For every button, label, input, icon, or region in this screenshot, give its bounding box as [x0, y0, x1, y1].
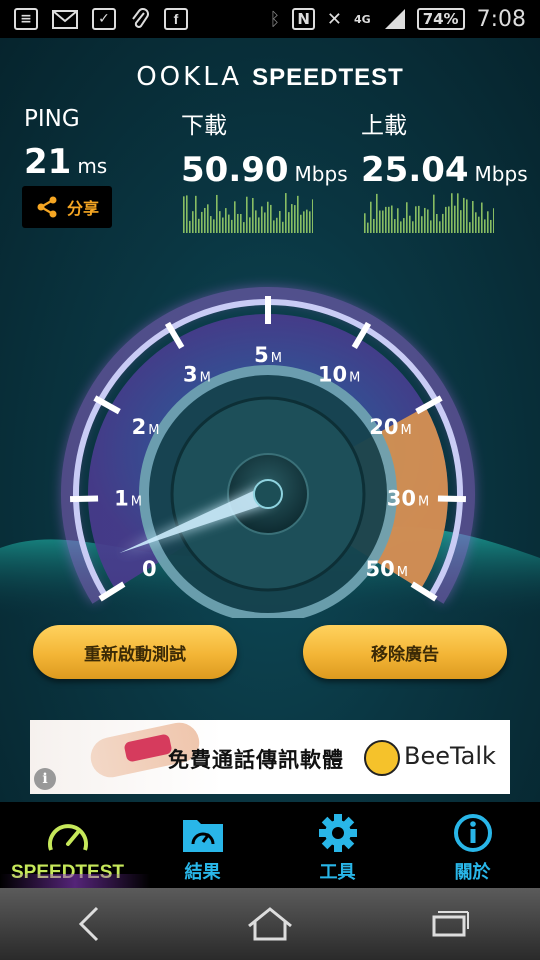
paperclip-icon: [132, 8, 149, 28]
gauge-tick-unit: M: [418, 495, 429, 510]
restart-test-button[interactable]: 重新啟動測試: [33, 625, 237, 679]
tab-label: 關於: [454, 862, 491, 883]
speedometer-icon: [47, 824, 88, 851]
app-logo: OOKLA SPEEDTEST: [0, 62, 540, 92]
bluetooth-icon: ᛒ: [269, 8, 281, 30]
upload-value: 25.04: [361, 150, 469, 190]
download-unit: Mbps: [294, 162, 348, 186]
checkbox-icon: ✓: [92, 8, 116, 30]
home-icon: [248, 907, 292, 941]
speed-gauge: 01 M2 M3 M5 M10 M20 M30 M50 M: [0, 287, 540, 618]
back-button[interactable]: [50, 894, 130, 954]
tab-tools[interactable]: 工具: [270, 802, 405, 888]
back-icon: [78, 906, 99, 942]
gear-icon: [318, 814, 357, 852]
ping-value: 21: [24, 142, 72, 182]
system-nav-bar: [0, 888, 540, 960]
upload-metric: 上載 25.04 Mbps: [361, 106, 528, 190]
gauge-tick-unit: M: [131, 495, 142, 510]
brand-name: OOKLA: [136, 62, 243, 92]
results-folder-icon: [182, 820, 223, 852]
remove-ads-button[interactable]: 移除廣告: [303, 625, 507, 679]
beetalk-logo-icon: [364, 740, 400, 776]
gmail-icon: [52, 10, 78, 29]
ad-banner[interactable]: 免費通話傳訊軟體 BeeTalk i: [30, 720, 510, 794]
tab-about[interactable]: 關於: [405, 802, 540, 888]
tab-speedtest[interactable]: SPEEDTEST: [0, 802, 150, 888]
info-icon: [453, 814, 492, 852]
ad-info-icon[interactable]: i: [34, 768, 56, 790]
gauge-tick-unit: M: [148, 423, 159, 438]
ping-metric: PING 21 ms: [24, 106, 107, 182]
ad-text: 免費通話傳訊軟體: [168, 748, 344, 772]
tab-label: 工具: [319, 862, 356, 883]
recent-apps-button[interactable]: [410, 894, 490, 954]
gauge-tick-label: 0: [142, 557, 157, 581]
message-icon: ≡: [14, 8, 38, 30]
speedtest-app: OOKLA SPEEDTEST PING 21 ms 下載 50.90 Mbps 上載…: [0, 38, 540, 802]
clock: 7:08: [476, 6, 526, 32]
gauge-needle-cap: [253, 479, 283, 509]
share-label: 分享: [66, 199, 99, 218]
status-bar: ≡ ✓ f ᛒ N ✕ 4G 74% 7:08: [0, 0, 540, 38]
product-name: SPEEDTEST: [252, 64, 404, 91]
vibrate-off-icon: ✕: [326, 8, 342, 30]
share-icon: [37, 196, 57, 218]
download-value: 50.90: [181, 150, 289, 190]
home-button[interactable]: [230, 894, 310, 954]
recent-apps-icon: [432, 911, 469, 937]
upload-label: 上載: [361, 113, 407, 139]
download-metric: 下載 50.90 Mbps: [181, 106, 348, 190]
gauge-tick-unit: M: [400, 423, 411, 438]
ad-brand: BeeTalk: [404, 742, 496, 770]
facebook-icon: f: [164, 8, 188, 30]
download-label: 下載: [181, 113, 227, 139]
upload-unit: Mbps: [474, 162, 528, 186]
gauge-tick-unit: M: [271, 351, 282, 366]
gauge-tick-unit: M: [397, 565, 408, 580]
ping-unit: ms: [77, 154, 108, 178]
tab-label: 結果: [184, 862, 221, 883]
network-type: 4G: [354, 12, 371, 26]
tab-label: SPEEDTEST: [11, 862, 124, 883]
battery-icon: 74%: [416, 8, 465, 30]
gauge-tick: [437, 495, 467, 503]
nfc-icon: N: [292, 8, 315, 30]
gauge-tick-unit: M: [349, 370, 360, 385]
signal-icon: [384, 9, 405, 29]
gauge-tick-unit: M: [200, 370, 211, 385]
ping-label: PING: [24, 106, 80, 132]
bottom-tab-bar: SPEEDTEST 結果 工具 關於: [0, 802, 540, 888]
tab-results[interactable]: 結果: [135, 802, 270, 888]
gauge-tick: [69, 495, 99, 503]
